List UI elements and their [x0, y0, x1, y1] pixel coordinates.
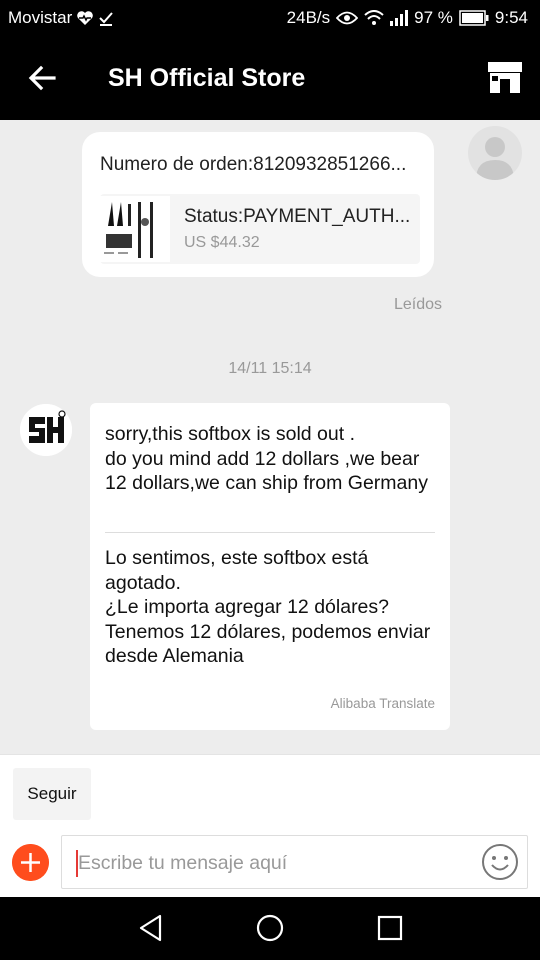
download-check-icon — [99, 12, 113, 26]
message-input-box[interactable] — [61, 835, 528, 889]
clock: 9:54 — [494, 8, 528, 27]
order-price: US $44.32 — [184, 234, 260, 251]
recents-square-icon[interactable] — [375, 913, 405, 943]
network-speed: 24B/s — [286, 8, 331, 27]
translation-divider — [105, 532, 435, 533]
emoji-icon[interactable] — [481, 843, 519, 881]
signal-icon — [390, 10, 409, 26]
app-bar: SH Official Store — [0, 38, 540, 120]
status-bar: Movistar 24B/s 97 % 9:54 — [0, 0, 540, 38]
back-arrow-icon[interactable] — [26, 62, 58, 94]
page-title: SH Official Store — [108, 64, 306, 92]
order-card[interactable]: Numero de orden:8120932851266... Status:… — [82, 132, 434, 277]
message-bubble[interactable]: sorry,this softbox is sold out . do you … — [90, 403, 450, 730]
back-triangle-icon[interactable] — [136, 913, 166, 943]
plus-icon[interactable] — [12, 844, 49, 881]
user-avatar[interactable] — [468, 126, 522, 180]
carrier-name: Movistar — [8, 8, 73, 27]
battery-icon — [459, 10, 489, 26]
heart-monitor-icon — [77, 11, 94, 25]
product-thumbnail — [100, 196, 170, 262]
home-circle-icon[interactable] — [255, 913, 285, 943]
order-number: Numero de orden:8120932851266... — [100, 154, 407, 175]
message-input[interactable] — [78, 844, 478, 882]
message-original-text: sorry,this softbox is sold out . do you … — [105, 423, 428, 494]
message-translated-text: Lo sentimos, este softbox está agotado. … — [105, 547, 431, 667]
store-avatar[interactable] — [20, 404, 72, 456]
wifi-icon — [364, 10, 384, 25]
message-timestamp: 14/11 15:14 — [228, 360, 312, 377]
order-product[interactable]: Status:PAYMENT_AUTH... US $44.32 — [100, 194, 420, 264]
system-nav-bar — [0, 897, 540, 960]
sh-logo-icon — [20, 404, 72, 456]
person-icon — [476, 137, 514, 180]
composer-area: Seguir — [0, 754, 540, 897]
status-left: Movistar — [8, 8, 114, 28]
battery-percent: 97 % — [414, 8, 453, 27]
status-right: 24B/s 97 % 9:54 — [287, 8, 528, 28]
eye-icon — [336, 11, 359, 25]
follow-button[interactable]: Seguir — [13, 768, 91, 820]
translator-credit: Alibaba Translate — [330, 696, 435, 711]
store-icon[interactable] — [486, 60, 524, 94]
read-receipt: Leídos — [394, 296, 443, 313]
order-status: Status:PAYMENT_AUTH... — [184, 206, 411, 227]
chat-area[interactable]: Numero de orden:8120932851266... Status:… — [0, 120, 540, 754]
